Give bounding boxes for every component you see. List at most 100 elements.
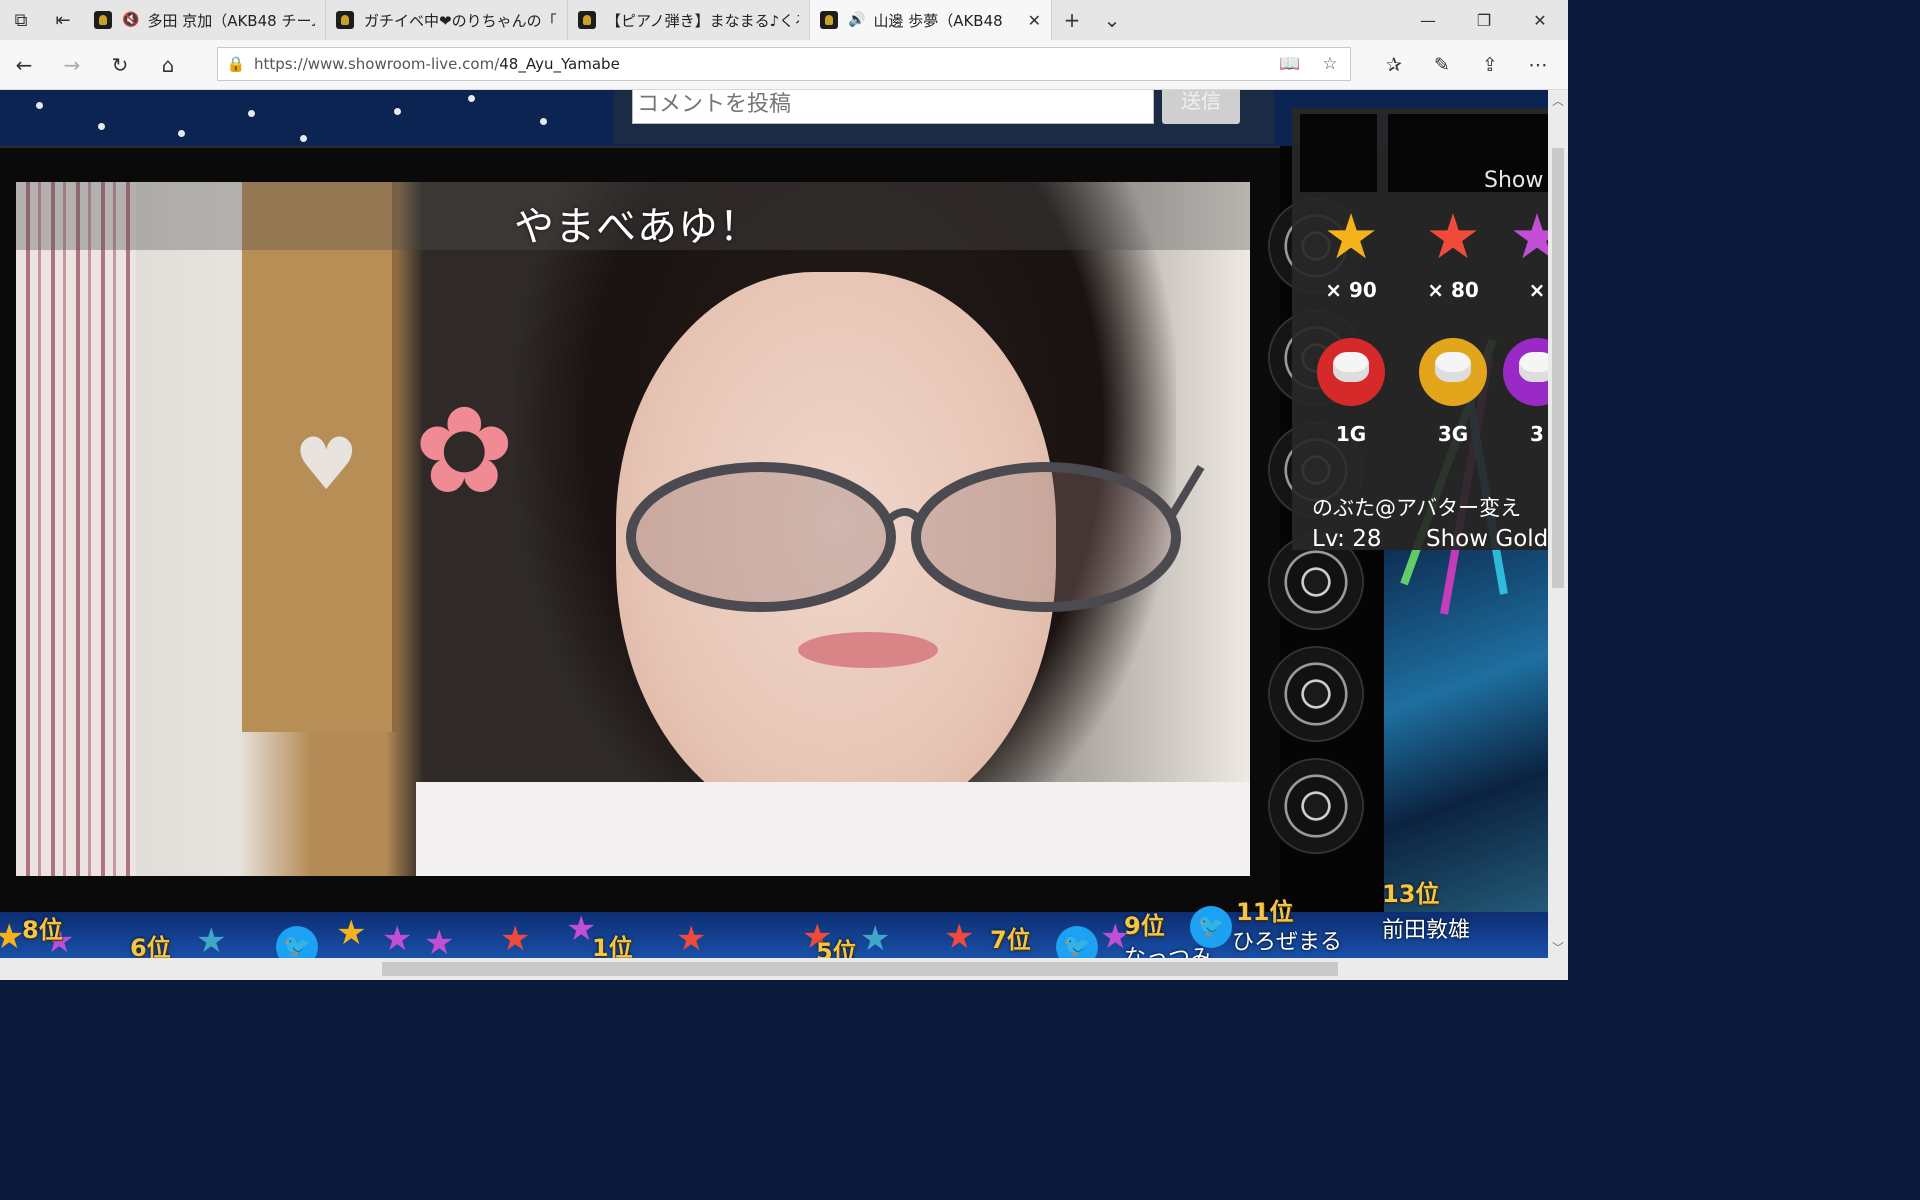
gift-star-gold[interactable]: ★ × 90 (1306, 200, 1396, 303)
gift-count: × 80 (1427, 278, 1479, 302)
tab-manager-icon[interactable]: ⧉ (0, 0, 42, 40)
tab-strip: ⧉ ⇤ 🔇 多田 京加（AKB48 チーム ガチイベ中❤のりちゃんの「のりち 【… (0, 0, 1568, 40)
daruma-gold-icon (1419, 338, 1487, 406)
viewer-name: のぶた@アバター変え (1312, 496, 1522, 520)
home-icon[interactable]: ⌂ (144, 53, 192, 77)
viewer-show-gold: Show Gold (1426, 526, 1548, 550)
flower-decoration-icon: ✿ (414, 382, 515, 521)
tab-2[interactable]: ガチイベ中❤のりちゃんの「のりち (326, 0, 568, 40)
tab-1[interactable]: 🔇 多田 京加（AKB48 チーム (84, 0, 326, 40)
gift-daruma-gold[interactable]: 3G (1408, 338, 1498, 446)
star-dot (178, 130, 185, 137)
scroll-thumb[interactable] (1552, 148, 1564, 588)
pen-icon[interactable]: ✎ (1418, 54, 1466, 76)
heart-cutout-icon: ♥ (294, 422, 359, 506)
minimize-icon[interactable]: — (1400, 0, 1456, 40)
url-text[interactable]: https://www.showroom-live.com/48_Ayu_Yam… (254, 55, 1270, 73)
twitter-icon[interactable]: 🐦 (1056, 926, 1098, 958)
playing-audio-icon[interactable]: 🔊 (848, 12, 865, 28)
star-red-icon: ★ (944, 917, 975, 957)
star-red-icon: ★ (1425, 200, 1481, 273)
tab-4-active[interactable]: 🔊 山邊 歩夢（AKB48 ✕ (810, 0, 1052, 40)
rank-label: 7位 (990, 926, 1031, 954)
send-button[interactable]: 送信 (1162, 90, 1240, 124)
gift-tile[interactable] (1300, 114, 1377, 192)
scroll-down-icon[interactable]: ﹀ (1548, 939, 1568, 956)
comment-bar: 送信 (614, 90, 1274, 144)
glasses-icon (626, 462, 1205, 612)
more-icon[interactable]: ⋯ (1514, 54, 1562, 76)
rank-label: 6位 (130, 934, 171, 958)
showroom-favicon-icon (820, 11, 838, 29)
new-tab-icon[interactable]: + (1052, 0, 1092, 40)
speaker-icon (1270, 648, 1362, 740)
chevron-down-icon[interactable]: ⌄ (1092, 0, 1132, 40)
horizontal-scrollbar[interactable] (0, 958, 1568, 980)
forward-icon[interactable]: → (48, 53, 96, 77)
star-gold-icon: ★ (336, 913, 367, 953)
rank-label: 11位 (1236, 898, 1294, 926)
muted-audio-icon[interactable]: 🔇 (122, 12, 139, 28)
gift-panel: Show ★ × 90 ★ × 80 ★ × 1G 3G 3 のぶた@アバター変… (1292, 108, 1548, 550)
showroom-favicon-icon (336, 11, 354, 29)
scroll-up-icon[interactable]: ︿ (1548, 92, 1568, 109)
twitter-icon[interactable]: 🐦 (1190, 906, 1232, 948)
star-dot (394, 108, 401, 115)
vertical-scrollbar[interactable]: ︿ ﹀ (1548, 90, 1568, 958)
speaker-icon (1270, 760, 1362, 852)
gift-star-red[interactable]: ★ × 80 (1408, 200, 1498, 303)
rank-label: 5位 (816, 938, 857, 958)
restore-icon[interactable]: ❐ (1456, 0, 1512, 40)
star-red-icon: ★ (500, 919, 531, 958)
star-red-icon: ★ (676, 919, 707, 958)
daruma-purple-icon (1503, 338, 1548, 406)
streamer-shirt (416, 782, 1250, 876)
gift-star-purple[interactable]: ★ × (1492, 200, 1548, 303)
reading-view-icon[interactable]: 📖 (1270, 54, 1310, 74)
rank-label: 9位 (1124, 912, 1165, 940)
lock-icon[interactable]: 🔒 (218, 55, 254, 73)
scroll-thumb[interactable] (382, 962, 1338, 976)
tab-3[interactable]: 【ピアノ弾き】まなまる♪くろまる( (568, 0, 810, 40)
close-window-icon[interactable]: ✕ (1512, 0, 1568, 40)
address-bar[interactable]: 🔒 https://www.showroom-live.com/48_Ayu_Y… (217, 47, 1351, 81)
ranking-strip: ★ ★ 8位 6位 ★ 🐦 ★ ★ ★ ★ ★ 1位 ★ ★ 5位 ★ ★ 7位… (0, 880, 1548, 958)
live-video[interactable]: ♥ ✿ やまべあゆ！ (16, 182, 1250, 876)
video-title: やまべあゆ！ (514, 204, 760, 250)
tab-title: 【ピアノ弾き】まなまる♪くろまる( (606, 11, 799, 30)
close-tab-icon[interactable]: ✕ (1028, 11, 1041, 30)
star-blue-icon: ★ (860, 919, 891, 958)
star-purple-icon: ★ (1509, 200, 1548, 273)
star-dot (540, 118, 547, 125)
star-dot (36, 102, 43, 109)
star-gold-icon: ★ (0, 917, 25, 957)
star-gold-icon: ★ (1323, 200, 1379, 273)
star-dot (468, 95, 475, 102)
streamer-mouth (798, 632, 938, 668)
rank-label: 8位 (22, 916, 63, 944)
navigation-bar: ← → ↻ ⌂ 🔒 https://www.showroom-live.com/… (0, 40, 1568, 90)
tab-title: 多田 京加（AKB48 チーム (147, 11, 315, 30)
url-path: 48_Ayu_Yamabe (499, 55, 620, 73)
address-actions: 📖 ☆ (1270, 54, 1350, 74)
favorite-star-icon[interactable]: ☆ (1310, 54, 1350, 74)
star-purple-icon: ★ (424, 923, 455, 958)
star-purple-icon: ★ (382, 919, 413, 958)
tab-title: 山邊 歩夢（AKB48 (873, 11, 1003, 30)
showroom-page: 送信 ♥ ✿ やまべあゆ！ (0, 90, 1548, 958)
favorites-icon[interactable]: ✰ (1370, 54, 1418, 76)
star-dot (300, 135, 307, 142)
share-icon[interactable]: ⇪ (1466, 54, 1514, 76)
back-icon[interactable]: ← (0, 53, 48, 77)
gift-count: 3G (1437, 422, 1469, 446)
window-controls: — ❐ ✕ (1400, 0, 1568, 40)
gift-daruma-purple[interactable]: 3 (1492, 338, 1548, 446)
gift-count: 3 (1530, 422, 1544, 446)
url-host: https://www.showroom-live.com/ (254, 55, 500, 73)
gift-count: × 90 (1325, 278, 1377, 302)
refresh-icon[interactable]: ↻ (96, 53, 144, 77)
comment-input[interactable] (632, 90, 1154, 124)
twitter-icon[interactable]: 🐦 (276, 926, 318, 958)
set-aside-tabs-icon[interactable]: ⇤ (42, 0, 84, 40)
gift-daruma-red[interactable]: 1G (1306, 338, 1396, 446)
